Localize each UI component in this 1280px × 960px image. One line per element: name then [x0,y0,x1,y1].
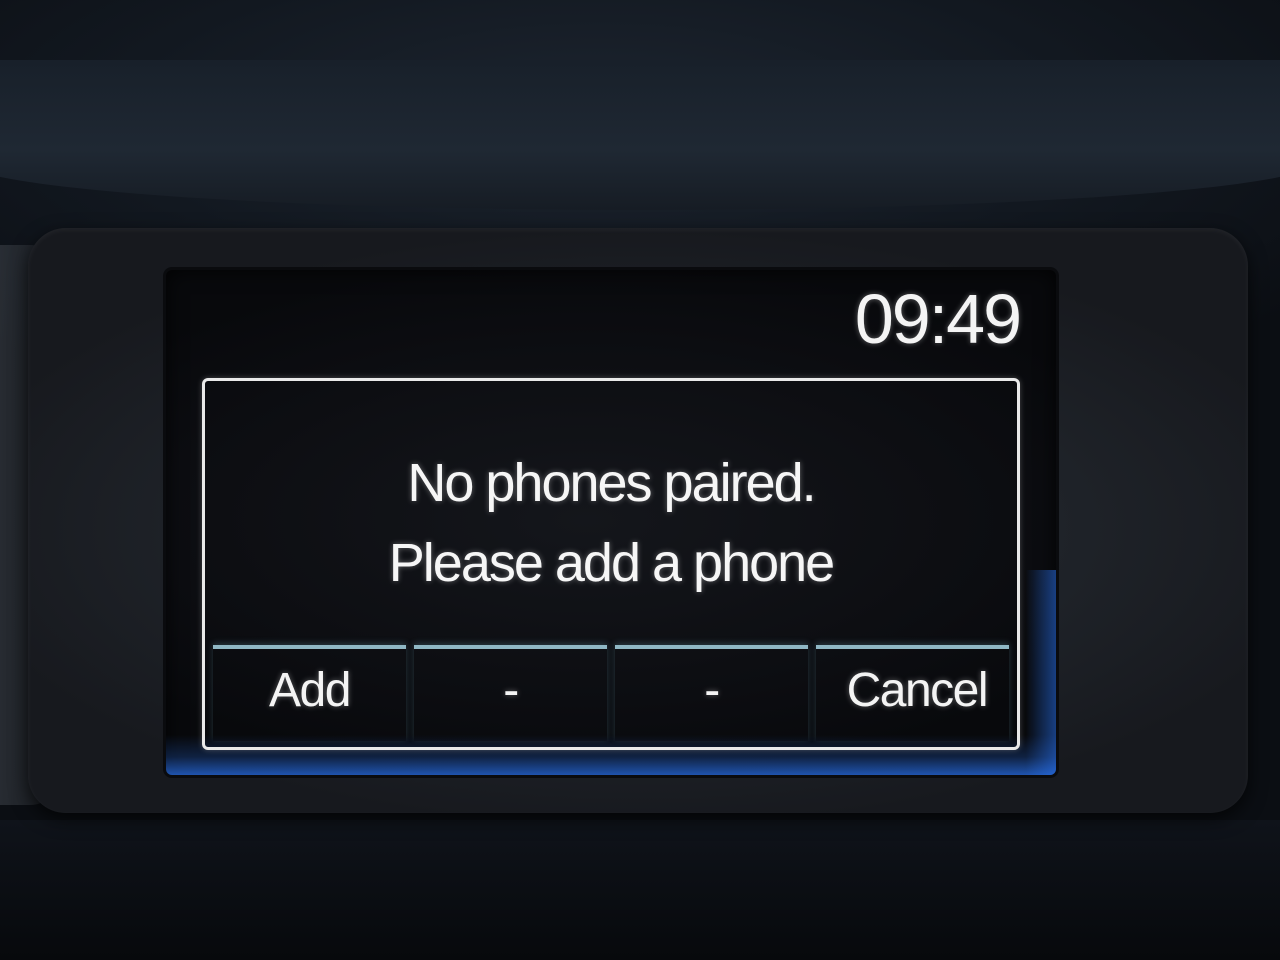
car-dashboard: 09:49 No phones paired. Please add a pho… [0,0,1280,960]
softkey-2-label: - [503,664,519,717]
dialog-message: No phones paired. Please add a phone [205,443,1017,603]
cancel-button-label: Cancel [846,664,989,717]
softkey-3-label: - [704,664,720,717]
dashboard-bottom [0,820,1280,960]
add-button[interactable]: Add [213,645,406,741]
clock: 09:49 [854,280,1022,358]
infotainment-screen: 09:49 No phones paired. Please add a pho… [166,270,1056,775]
softkey-2-button[interactable]: - [414,645,607,741]
message-line-2: Please add a phone [388,533,835,593]
screen-backlight-glow-right [1026,570,1056,775]
add-button-label: Add [269,664,351,717]
softkey-3-button[interactable]: - [615,645,808,741]
cancel-button[interactable]: Cancel [816,645,1009,741]
no-phones-dialog: No phones paired. Please add a phone Add… [202,378,1020,750]
softkey-bar: Add - - Cancel [213,645,1009,741]
message-line-1: No phones paired. [407,453,816,513]
dashboard-top [0,60,1280,210]
